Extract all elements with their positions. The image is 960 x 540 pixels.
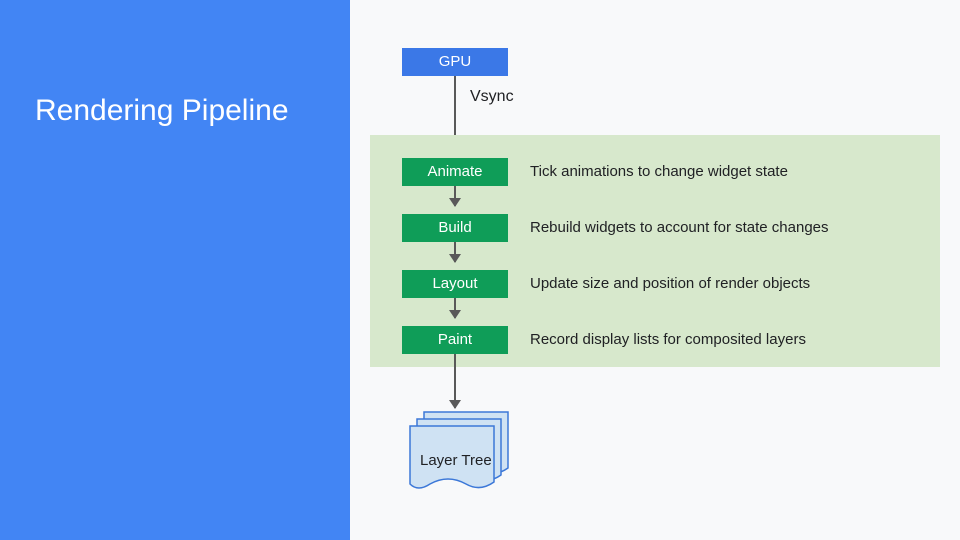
stage-layout: Layout	[402, 270, 508, 298]
stage-paint-desc: Record display lists for composited laye…	[530, 326, 806, 354]
arrow-down-icon	[454, 242, 456, 262]
stage-build: Build	[402, 214, 508, 242]
vsync-label: Vsync	[470, 88, 514, 106]
arrow-down-icon	[454, 298, 456, 318]
arrow-down-icon	[454, 354, 456, 408]
layer-tree-node: Layer Tree	[404, 408, 514, 498]
stage-animate: Animate	[402, 158, 508, 186]
stage-layout-desc: Update size and position of render objec…	[530, 270, 810, 298]
layer-tree-label: Layer Tree	[420, 452, 492, 469]
gpu-node: GPU	[402, 48, 508, 76]
stage-build-desc: Rebuild widgets to account for state cha…	[530, 214, 829, 242]
slide-title: Rendering Pipeline	[35, 94, 289, 128]
stage-paint: Paint	[402, 326, 508, 354]
diagram-area: GPU Vsync Animate Tick animations to cha…	[350, 0, 960, 540]
pipeline-diagram: GPU Vsync Animate Tick animations to cha…	[350, 0, 960, 540]
stage-animate-desc: Tick animations to change widget state	[530, 158, 788, 186]
arrow-down-icon	[454, 186, 456, 206]
title-sidebar: Rendering Pipeline	[0, 0, 350, 540]
